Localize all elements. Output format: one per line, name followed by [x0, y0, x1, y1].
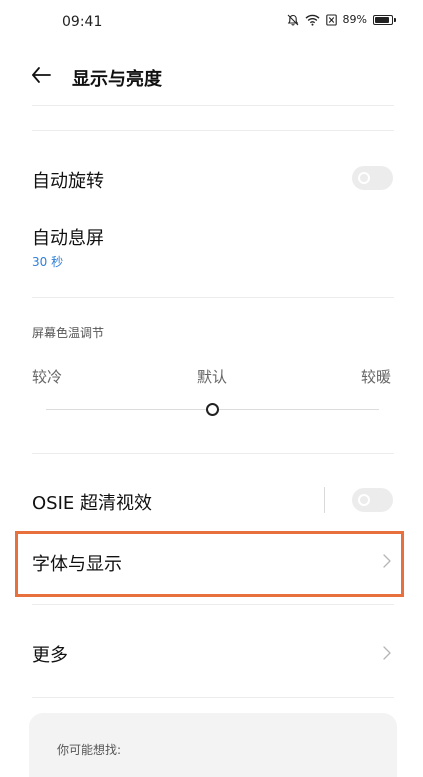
battery-percent: 89%: [342, 13, 367, 26]
suggestions-card: 你可能想找:: [29, 713, 397, 777]
divider: [32, 604, 394, 605]
osie-toggle[interactable]: [352, 488, 393, 512]
divider: [32, 130, 394, 131]
more-label: 更多: [32, 645, 68, 666]
suggestions-title: 你可能想找:: [57, 743, 122, 757]
auto-screen-off-label: 自动息屏: [32, 228, 104, 249]
chevron-right-icon: [383, 646, 391, 660]
color-temp-default-label: 默认: [197, 368, 228, 386]
color-temp-slider-thumb[interactable]: [206, 403, 219, 416]
arrow-left-icon[interactable]: [30, 64, 52, 86]
highlight-box: [15, 531, 404, 597]
page-title: 显示与亮度: [72, 69, 162, 90]
bell-mute-icon: [287, 14, 298, 26]
vertical-separator: [324, 487, 325, 513]
color-temp-warm-label: 较暖: [361, 368, 392, 386]
auto-rotate-label: 自动旋转: [32, 171, 104, 192]
auto-screen-off-value: 30 秒: [32, 255, 64, 269]
toggle-knob: [358, 494, 370, 506]
color-temp-title: 屏幕色温调节: [32, 326, 105, 340]
auto-rotate-toggle[interactable]: [352, 166, 393, 190]
battery-fill: [375, 16, 390, 23]
header: 显示与亮度: [0, 60, 423, 96]
status-bar: 09:41 89%: [0, 0, 423, 44]
status-icons: 89%: [287, 13, 396, 26]
divider: [32, 105, 394, 106]
divider: [32, 297, 394, 298]
status-time: 09:41: [62, 14, 103, 30]
battery-icon: [373, 14, 396, 25]
toggle-knob: [358, 172, 370, 184]
wifi-icon: [305, 14, 320, 26]
divider: [32, 697, 394, 698]
divider: [32, 453, 394, 454]
color-temp-cool-label: 较冷: [32, 368, 63, 386]
sim-x-icon: [325, 13, 337, 26]
osie-label: OSIE 超清视效: [32, 493, 152, 514]
